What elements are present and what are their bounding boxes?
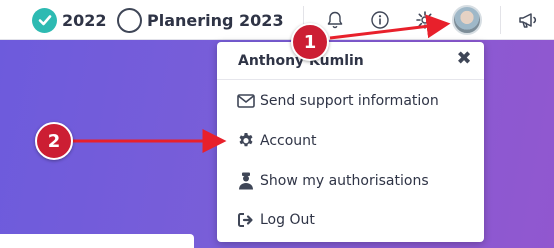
annotation-arrows [72, 14, 451, 153]
annotation-arrow-1 [329, 14, 451, 40]
annotation-badge-2: 2 [35, 122, 73, 160]
annotation-badge-1: 1 [291, 23, 329, 61]
